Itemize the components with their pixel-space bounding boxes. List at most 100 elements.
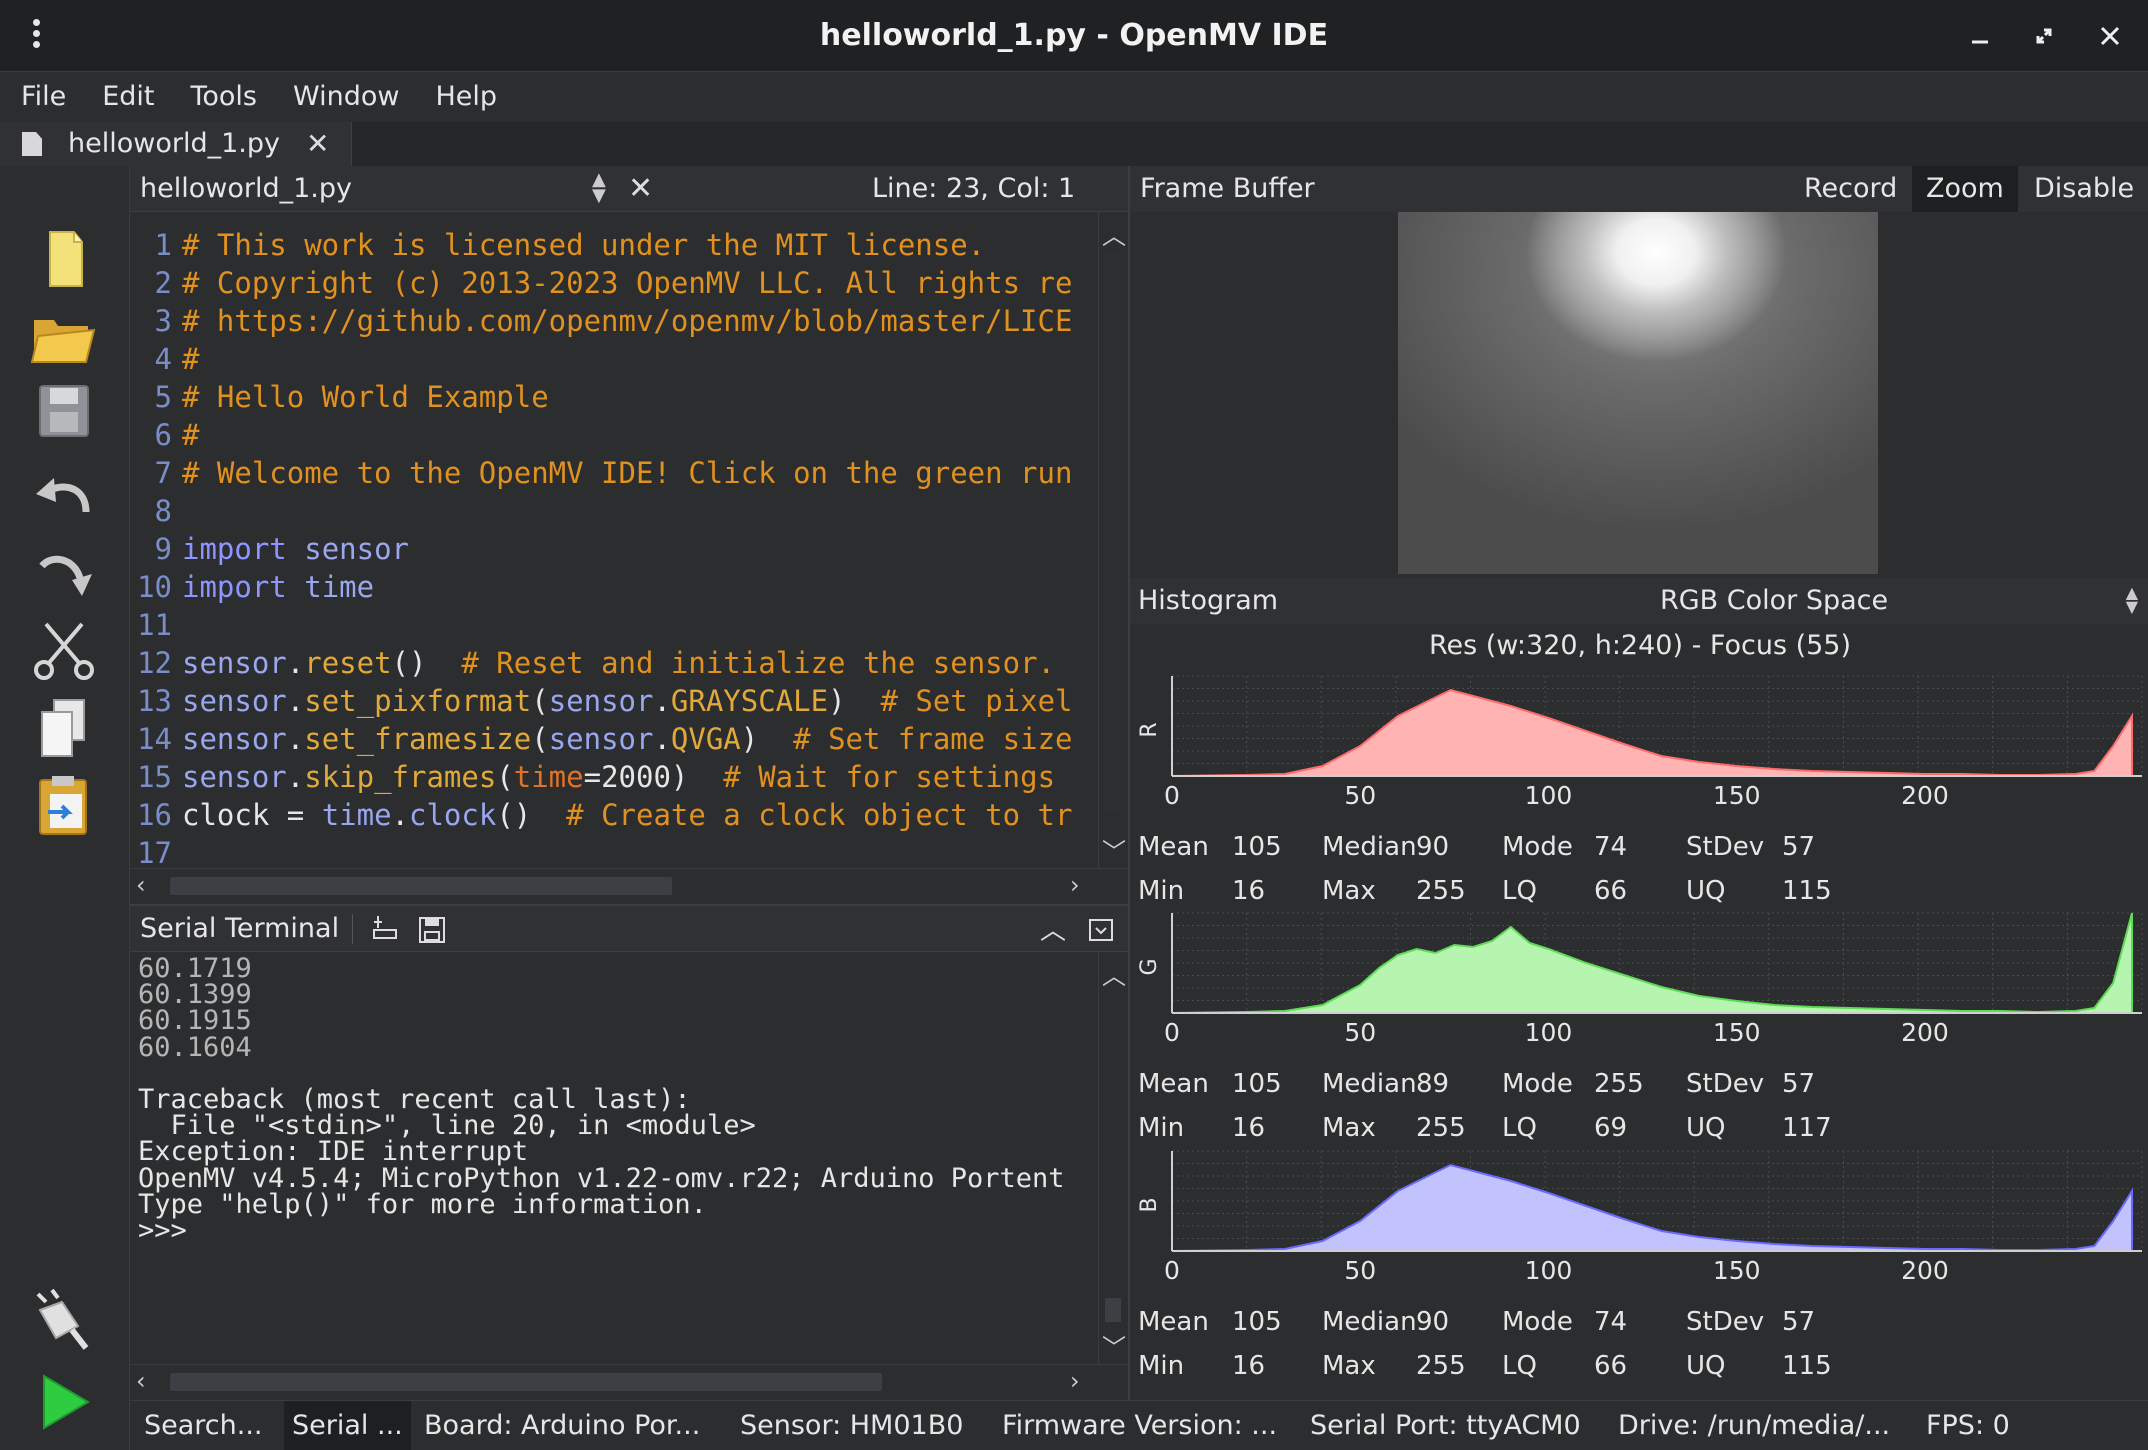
run-icon[interactable]	[28, 1366, 100, 1438]
cut-icon[interactable]	[28, 614, 100, 686]
disable-button[interactable]: Disable	[2020, 166, 2148, 212]
terminal-save-icon[interactable]	[416, 912, 448, 950]
code-line: 14 sensor.set_framesize(sensor.QVGA) # Se…	[130, 720, 1072, 758]
serial-terminal-output[interactable]: 60.1719 60.1399 60.1915 60.1604 Traceback (m…	[130, 952, 1098, 1364]
code-token: clock =	[182, 798, 322, 832]
drive-status[interactable]: Drive: /run/media/...	[1618, 1401, 1890, 1450]
scroll-thumb[interactable]	[170, 1373, 882, 1391]
firmware-status[interactable]: Firmware Version: ...	[1002, 1401, 1277, 1450]
scroll-down-icon[interactable]: ﹀	[1102, 1328, 1126, 1363]
file-selector-chevrons-icon[interactable]: ▲ ▼	[592, 171, 606, 205]
code-token: # https://github.com/openmv/openmv/blob/…	[182, 304, 1073, 338]
file-tab[interactable]: helloworld_1.py ✕	[0, 122, 352, 166]
histogram-title: Histogram	[1138, 585, 1279, 616]
menu-tools[interactable]: Tools	[168, 72, 271, 122]
x-tick-label: 200	[1901, 781, 1949, 810]
editor-file-selector[interactable]: helloworld_1.py	[140, 166, 352, 212]
x-tick-label: 200	[1901, 1256, 1949, 1285]
code-token: set_pixformat	[304, 684, 532, 718]
maximize-icon[interactable]	[2022, 14, 2066, 58]
file-tab-label: helloworld_1.py	[68, 128, 280, 159]
close-window-icon[interactable]	[2088, 14, 2132, 58]
histogram-pane: Res (w:320, h:240) - Focus (55) R 0 50 100 1…	[1128, 624, 2148, 1400]
code-line: 3 # https://github.com/openmv/openmv/blob…	[130, 302, 1073, 340]
color-space-select[interactable]: RGB Color Space	[1660, 578, 1888, 624]
code-token: .	[286, 646, 305, 680]
stat-value-min: 16	[1232, 876, 1266, 906]
x-tick-label: 150	[1713, 1256, 1761, 1285]
menu-bar: File Edit Tools Window Help	[0, 72, 2148, 122]
paste-icon[interactable]	[28, 770, 100, 842]
code-editor[interactable]: 1 # This work is licensed under the MIT l…	[130, 212, 1098, 868]
editor-header: helloworld_1.py ▲ ▼ ✕ Line: 23, Col: 1	[130, 166, 1128, 212]
scroll-track[interactable]	[1105, 252, 1121, 812]
color-space-chevrons-icon[interactable]: ▲ ▼	[2126, 585, 2138, 615]
menu-help[interactable]: Help	[413, 72, 511, 122]
connect-icon[interactable]	[28, 1288, 100, 1360]
minimize-icon[interactable]	[1958, 14, 2002, 58]
terminal-collapse-icon[interactable]: ︿	[1040, 910, 1066, 947]
stat-value-mean: 105	[1232, 1307, 1282, 1337]
code-token: (	[531, 722, 549, 756]
code-line: 5 # Hello World Example	[130, 378, 549, 416]
zoom-button[interactable]: Zoom	[1912, 166, 2018, 212]
terminal-line: 60.1604	[138, 1031, 252, 1063]
scroll-thumb[interactable]	[1105, 1298, 1121, 1322]
left-toolbar	[0, 166, 130, 1450]
terminal-horizontal-scrollbar[interactable]: ‹ ›	[130, 1364, 1128, 1400]
scroll-left-icon[interactable]: ‹	[136, 1367, 146, 1395]
x-tick-label: 50	[1344, 781, 1376, 810]
menu-edit[interactable]: Edit	[80, 72, 168, 122]
terminal-title: Serial Terminal	[140, 913, 340, 944]
scroll-left-icon[interactable]: ‹	[136, 871, 146, 899]
undo-icon[interactable]	[28, 460, 100, 532]
line-number: 11	[137, 608, 172, 642]
scroll-down-icon[interactable]: ﹀	[1102, 832, 1126, 867]
code-line: 8	[130, 492, 182, 530]
terminal-float-icon[interactable]	[1088, 916, 1116, 948]
editor-vertical-scrollbar[interactable]: ︿ ﹀	[1098, 212, 1128, 868]
board-status[interactable]: Board: Arduino Por...	[424, 1401, 700, 1450]
close-tab-icon[interactable]: ✕	[306, 122, 329, 166]
channel-label: G	[1137, 958, 1162, 975]
stat-label-median: Median	[1322, 832, 1417, 862]
scroll-right-icon[interactable]: ›	[1070, 1367, 1080, 1395]
code-token: # Reset and initialize the sensor.	[461, 646, 1056, 680]
new-file-icon[interactable]	[28, 224, 100, 296]
scroll-up-icon[interactable]: ︿	[1102, 216, 1126, 251]
stat-value-uq: 117	[1782, 1113, 1832, 1143]
editor-horizontal-scrollbar[interactable]: ‹ ›	[130, 868, 1128, 904]
terminal-vertical-scrollbar[interactable]: ︿ ﹀	[1098, 952, 1128, 1364]
frame-buffer-title: Frame Buffer	[1140, 173, 1315, 204]
record-button[interactable]: Record	[1790, 166, 1911, 212]
scroll-up-icon[interactable]: ︿	[1102, 956, 1126, 991]
sensor-status[interactable]: Sensor: HM01B0	[740, 1401, 963, 1450]
search-status[interactable]: Search...	[144, 1401, 263, 1450]
scroll-right-icon[interactable]: ›	[1070, 871, 1080, 899]
open-folder-icon[interactable]	[28, 300, 100, 372]
stat-value-median: 89	[1416, 1069, 1450, 1099]
line-number: 5	[154, 380, 172, 414]
scroll-thumb[interactable]	[170, 877, 672, 895]
x-tick-label: 100	[1525, 1018, 1573, 1047]
code-token: sensor	[182, 646, 287, 680]
code-line: 13 sensor.set_pixformat(sensor.GRAYSCALE)…	[130, 682, 1072, 720]
stat-label-max: Max	[1322, 1351, 1376, 1381]
code-token: ()	[391, 646, 462, 680]
close-editor-icon[interactable]: ✕	[628, 166, 653, 212]
line-number: 4	[154, 342, 172, 376]
serial-status[interactable]: Serial ...	[284, 1401, 411, 1450]
code-line: 11	[130, 606, 182, 644]
line-number: 7	[154, 456, 172, 490]
x-tick-label: 150	[1713, 1018, 1761, 1047]
save-icon[interactable]	[28, 374, 100, 446]
x-tick-label: 150	[1713, 781, 1761, 810]
serial-port-status[interactable]: Serial Port: ttyACM0	[1310, 1401, 1581, 1450]
redo-icon[interactable]	[28, 534, 100, 606]
menu-window[interactable]: Window	[271, 72, 413, 122]
stat-value-min: 16	[1232, 1113, 1266, 1143]
menu-file[interactable]: File	[0, 72, 80, 122]
copy-icon[interactable]	[28, 692, 100, 764]
terminal-settings-icon[interactable]	[368, 912, 400, 950]
